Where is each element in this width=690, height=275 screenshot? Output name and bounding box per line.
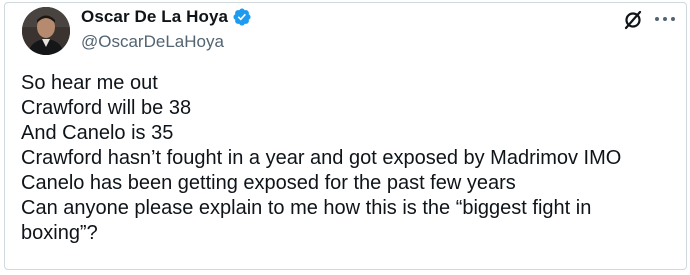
author-name-row: Oscar De La Hoya [81,5,252,29]
tweet-text: So hear me out Crawford will be 38 And C… [21,71,661,246]
author-display-name[interactable]: Oscar De La Hoya [81,7,228,27]
grok-icon[interactable] [622,9,644,31]
tweet-text-line: And Canelo is 35 [21,122,174,144]
tweet-card[interactable]: Oscar De La Hoya @OscarDeLaHoya So hear … [4,2,687,270]
tweet-text-line: boxing”? [21,222,98,244]
tweet-text-line: So hear me out [21,72,158,94]
more-horizontal-icon[interactable] [653,9,677,29]
avatar[interactable] [22,7,70,55]
verified-badge-icon [232,7,252,27]
tweet-text-line: Crawford will be 38 [21,97,192,119]
tweet-text-line: Crawford hasn’t fought in a year and got… [21,147,622,169]
tweet-text-line: Canelo has been getting exposed for the … [21,172,516,194]
author-handle[interactable]: @OscarDeLaHoya [81,32,224,52]
tweet-text-line: Can anyone please explain to me how this… [21,197,592,219]
profile-photo [22,7,70,55]
